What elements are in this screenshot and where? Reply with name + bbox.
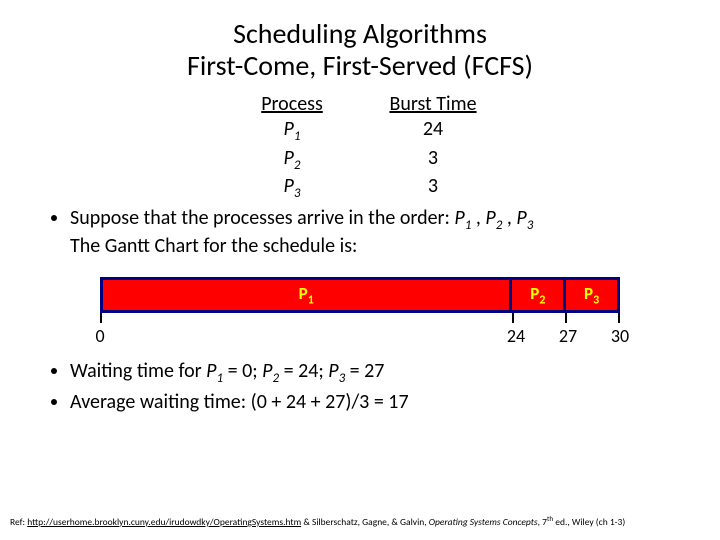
gantt-axis-labels: 0 24 27 30	[100, 323, 620, 345]
bullet-waiting-times: Waiting time for P1 = 0; P2 = 24; P3 = 2…	[70, 359, 670, 387]
table-row: P3 3	[219, 174, 501, 202]
gantt-ticks	[100, 313, 620, 323]
gantt-chart: P1 P2 P3 0 24 27 30	[100, 277, 620, 345]
bullet-arrival-order: Suppose that the processes arrive in the…	[70, 206, 670, 259]
footer-citation: Ref: http://userhome.brooklyn.cuny.edu/i…	[10, 514, 710, 528]
table-row: P1 24	[219, 117, 501, 145]
title-line2: First-Come, First-Served (FCFS)	[187, 48, 533, 83]
gantt-cell-p2: P2	[512, 277, 566, 313]
col-header-burst: Burst Time	[365, 92, 501, 117]
gantt-cell-p3: P3	[566, 277, 620, 313]
title-line1: Scheduling Algorithms	[233, 16, 487, 51]
bullet-avg-wait: Average waiting time: (0 + 24 + 27)/3 = …	[70, 390, 670, 415]
process-table: Process Burst Time P1 24 P2 3 P3 3	[50, 92, 670, 202]
footer-link: http://userhome.brooklyn.cuny.edu/irudow…	[27, 516, 301, 528]
slide-title: Scheduling Algorithms First-Come, First-…	[0, 18, 720, 82]
slide-body: Process Burst Time P1 24 P2 3 P3 3	[50, 92, 670, 414]
col-header-process: Process	[219, 92, 365, 117]
table-row: P2 3	[219, 146, 501, 174]
gantt-cell-p1: P1	[100, 277, 512, 313]
